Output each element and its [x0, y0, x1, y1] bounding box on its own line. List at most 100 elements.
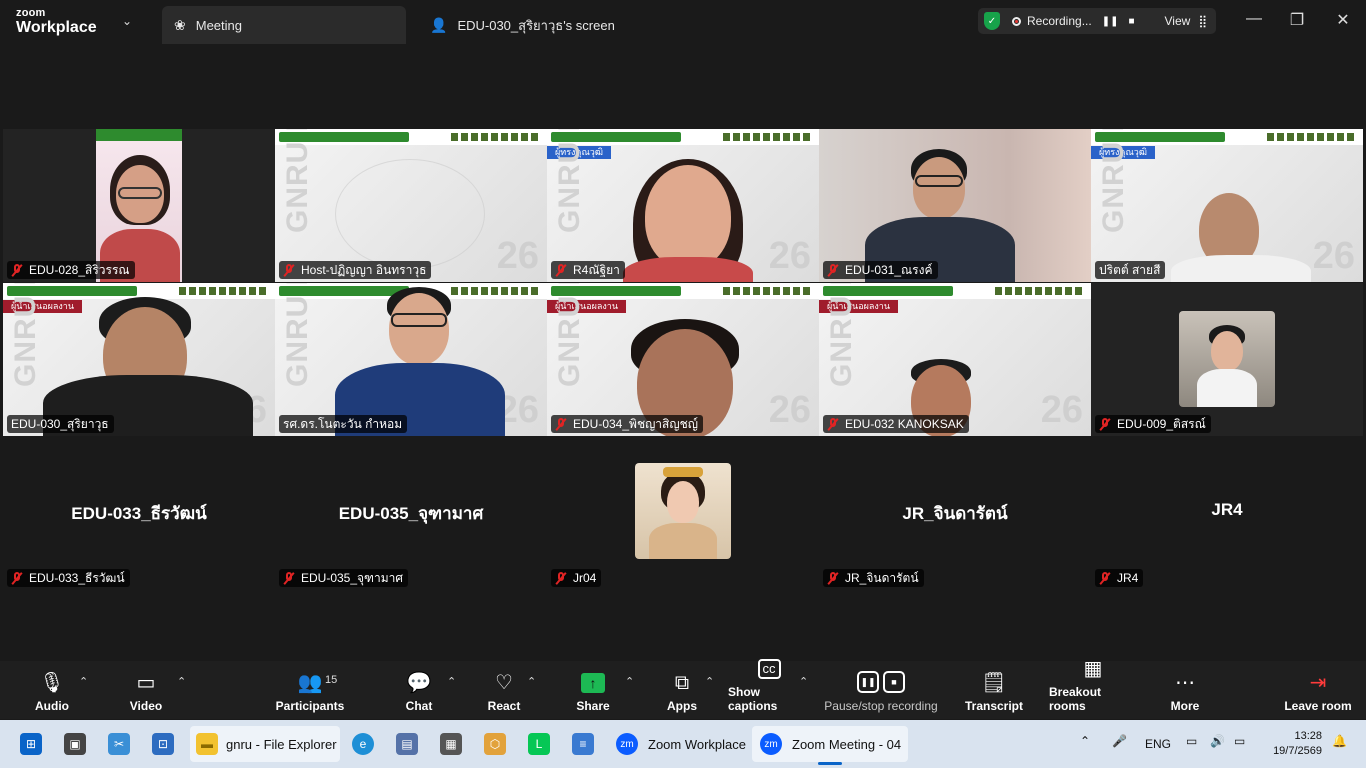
video-tile[interactable]: ผู้นำเสนอผลงาน GNRU LPRU 26 EDU-030_สุริ… [3, 283, 275, 436]
breakout-rooms-button[interactable]: ▦ Breakout rooms [1049, 659, 1137, 719]
chevron-up-icon[interactable]: ⌃ [1080, 734, 1090, 748]
mic-muted-icon [555, 417, 567, 431]
transcript-button[interactable]: 🗒 Transcript [965, 661, 1023, 719]
task-view-icon: ▣ [64, 733, 86, 755]
apps-button[interactable]: ⧉ Apps [663, 661, 701, 719]
participant-name-center: EDU-033_ธีรวัฒน์ [71, 504, 207, 523]
chevron-down-icon[interactable]: ⌄ [122, 14, 132, 28]
react-button[interactable]: ♡ React [484, 661, 524, 719]
chevron-up-icon[interactable]: ⌃ [177, 675, 186, 688]
video-button[interactable]: ▭ Video [124, 661, 168, 719]
leave-room-button[interactable]: ⇥ Leave room [1284, 661, 1352, 719]
restore-icon[interactable]: ❐ [1287, 10, 1307, 30]
calculator-task[interactable]: ▦ [440, 732, 462, 756]
video-tile[interactable]: ผู้นำเสนอผลงาน GNRU LPRU 26 EDU-032 KANO… [819, 283, 1091, 436]
participant-name-label: EDU-028_สิริวรรณ [7, 261, 135, 279]
notepad-task[interactable]: ≡ [572, 732, 594, 756]
pause-stop-recording-button[interactable]: ❚❚ ■ Pause/stop recording [822, 661, 940, 719]
more-dots-icon: ⋯ [1175, 672, 1195, 694]
people-icon: 👥 [297, 672, 323, 694]
pause-icon[interactable]: ❚❚ [1102, 16, 1119, 27]
slide-watermark: GNRU LPRU [553, 283, 586, 387]
zoom-meeting-task[interactable]: zm Zoom Meeting - 04 [760, 732, 901, 756]
zoom-icon: zm [760, 733, 782, 755]
notification-icon[interactable]: 🔔 [1332, 734, 1347, 748]
close-icon[interactable]: ✕ [1333, 10, 1353, 30]
app-icon-2[interactable]: ⊡ [152, 732, 174, 756]
mic-muted-icon [555, 263, 567, 277]
video-tile[interactable]: ผู้นำเสนอผลงาน GNRU LPRU 26 EDU-034_พิชญ… [547, 283, 819, 436]
tab-meeting[interactable]: ❀ Meeting [162, 6, 406, 44]
app-icon-1[interactable]: ✂ [108, 732, 130, 756]
paw-icon: ❀ [174, 16, 186, 33]
windows-taskbar: ⊞ ▣ ✂ ⊡ ▬ gnru - File Explorer e ▤ ▦ ⬡ L… [0, 720, 1366, 768]
grid-icon[interactable]: ⣿ [1198, 14, 1207, 28]
active-indicator [818, 762, 842, 765]
participant-name-label: EDU-031_ณรงค์ [823, 261, 938, 279]
participant-name-label: EDU-032 KANOKSAK [823, 415, 969, 433]
shield-icon[interactable]: ✓ [984, 12, 1000, 30]
zoom-meeting-label: Zoom Meeting - 04 [792, 736, 902, 752]
video-tile[interactable]: EDU-031_ณรงค์ [819, 129, 1091, 282]
chat-button[interactable]: 💬 Chat [400, 661, 438, 719]
video-tile-active-speaker[interactable]: GNRU LPRU 26 รศ.ดร.โนตะวัน กำหอม [275, 283, 547, 436]
mic-muted-icon [11, 263, 23, 277]
start-button[interactable]: ⊞ [20, 732, 42, 756]
calculator-icon: ▦ [440, 733, 462, 755]
volume-icon[interactable]: 🔊 [1210, 734, 1225, 748]
video-tile[interactable]: ผู้ทรงคุณวุฒิ GNRU LPRU 26 R4ณัฐิยา [547, 129, 819, 282]
folder-icon: ▬ [196, 733, 218, 755]
video-tile-off[interactable]: Jr04 [547, 437, 819, 590]
participant-name-center: EDU-035_จุฑามาศ [338, 504, 484, 523]
line-task[interactable]: L [528, 732, 550, 756]
mic-muted-icon [1099, 417, 1111, 431]
chevron-up-icon[interactable]: ⌃ [625, 675, 634, 688]
cc-icon: cc [757, 659, 781, 679]
captions-button[interactable]: cc Show captions [728, 659, 810, 719]
slide-background: GNRU LPRU 26 [275, 129, 547, 282]
mic-muted-icon [11, 571, 23, 585]
network-app-icon: ⊡ [152, 733, 174, 755]
video-tile[interactable]: ผู้ทรงคุณวุฒิ GNRU LPRU 26 ปริตต์ สายสี [1091, 129, 1363, 282]
chevron-up-icon[interactable]: ⌃ [705, 675, 714, 688]
chevron-up-icon[interactable]: ⌃ [527, 675, 536, 688]
video-tile[interactable]: EDU-028_สิริวรรณ [3, 129, 275, 282]
participants-button[interactable]: 👥 Participants [275, 661, 345, 719]
view-button[interactable]: View [1165, 14, 1191, 28]
microphone-icon[interactable]: 🎤 [1112, 734, 1127, 748]
tab-shared-screen[interactable]: 👤 EDU-030_สุริยาวุธ's screen [430, 6, 615, 44]
notepad-icon: ≡ [572, 733, 594, 755]
chevron-up-icon[interactable]: ⌃ [799, 675, 808, 688]
video-tile[interactable]: GNRU LPRU 26 Host-ปฏิญญา อินทราวุธ [275, 129, 547, 282]
task-view-button[interactable]: ▣ [64, 732, 86, 756]
participant-name-label: รศ.ดร.โนตะวัน กำหอม [279, 415, 408, 433]
chevron-up-icon[interactable]: ⌃ [447, 675, 456, 688]
share-button[interactable]: ↑ Share [573, 661, 613, 719]
battery-icon[interactable]: ▭ [1234, 734, 1245, 748]
file-explorer-task[interactable]: ▬ gnru - File Explorer [196, 732, 337, 756]
edge-icon: e [352, 733, 374, 755]
app-icon-4[interactable]: ⬡ [484, 732, 506, 756]
more-button[interactable]: ⋯ More [1164, 661, 1206, 719]
minimize-icon[interactable]: — [1244, 10, 1264, 28]
app-icon-3[interactable]: ▤ [396, 732, 418, 756]
stop-icon[interactable]: ■ [1128, 16, 1134, 27]
participant-face [913, 157, 965, 219]
chevron-up-icon[interactable]: ⌃ [79, 675, 88, 688]
zoom-workplace-task[interactable]: zm Zoom Workplace [616, 732, 746, 756]
headdress [663, 467, 703, 477]
audio-button[interactable]: 🎙 Audio [30, 661, 74, 719]
clock-time: 13:28 [1294, 730, 1322, 742]
slide-watermark: GNRU LPRU [825, 283, 858, 387]
title-bar: zoom Workplace ⌄ ❀ Meeting 👤 EDU-030_สุร… [0, 0, 1366, 44]
language-indicator[interactable]: ENG [1145, 737, 1171, 751]
display-icon[interactable]: ▭ [1186, 734, 1197, 748]
slide-number: 26 [496, 235, 539, 277]
slide-number: 26 [768, 389, 811, 431]
system-clock[interactable]: 13:28 19/7/2569 [1273, 729, 1322, 759]
edge-task[interactable]: e [352, 732, 374, 756]
participant-video [96, 129, 182, 282]
video-tile[interactable]: EDU-009_ติสรณ์ [1091, 283, 1363, 436]
zoom-workplace-logo[interactable]: zoom Workplace [16, 8, 97, 36]
participant-name-label: EDU-033_ธีรวัฒน์ [7, 569, 130, 587]
